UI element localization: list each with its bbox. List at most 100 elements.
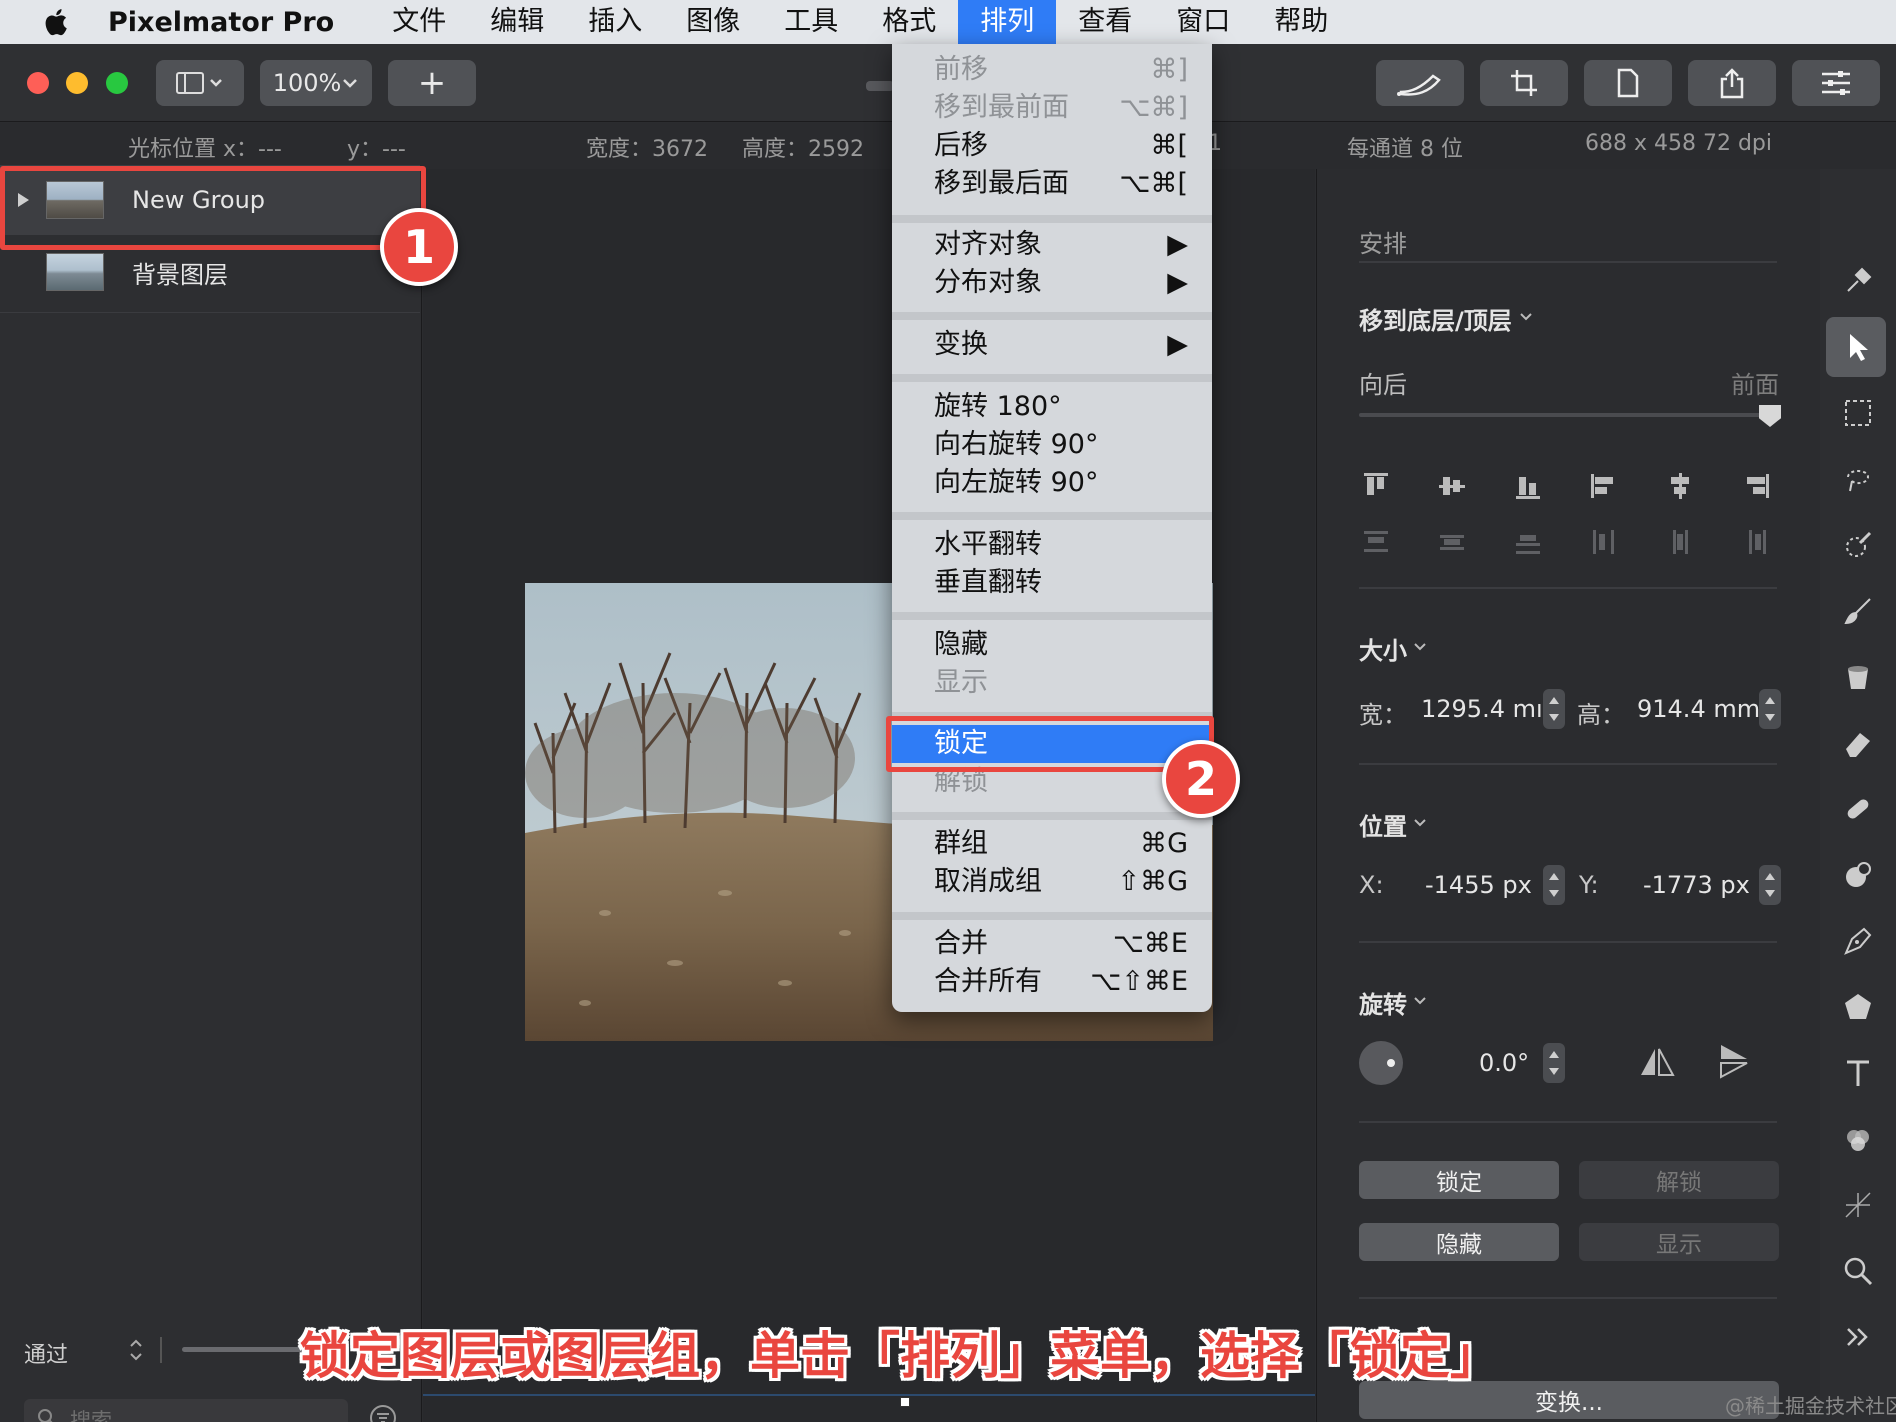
menu-item-ungroup[interactable]: 取消成组 ⇧⌘G — [892, 863, 1212, 901]
rotation-dial[interactable] — [1359, 1041, 1403, 1085]
distribute-left-icon[interactable] — [1589, 527, 1619, 557]
paint-brush-icon[interactable] — [1842, 595, 1874, 627]
zoom-window-button[interactable] — [106, 72, 128, 94]
order-slider-thumb[interactable] — [1759, 405, 1781, 427]
cursor-arrow-icon[interactable] — [1842, 331, 1874, 363]
text-tool-icon[interactable] — [1842, 1057, 1874, 1089]
width-stepper[interactable] — [1543, 689, 1565, 729]
rotate-heading[interactable]: 旋转 — [1359, 985, 1407, 1020]
menu-item-send-backward[interactable]: 后移 ⌘[ — [892, 127, 1212, 165]
align-bottom-icon[interactable] — [1513, 471, 1543, 501]
menu-arrange[interactable]: 排列 — [958, 0, 1057, 44]
x-stepper[interactable] — [1543, 865, 1565, 905]
flip-horizontal-icon[interactable] — [1637, 1045, 1677, 1079]
distribute-center-icon[interactable] — [1437, 527, 1467, 557]
chevron-down-icon[interactable] — [1413, 641, 1427, 653]
marquee-select-icon[interactable] — [1842, 397, 1874, 429]
chevron-down-icon[interactable] — [1413, 995, 1427, 1007]
menu-file[interactable]: 文件 — [370, 0, 468, 44]
updown-chevron-icon[interactable] — [128, 1337, 144, 1363]
menu-item-bring-forward[interactable]: 前移 ⌘] — [892, 51, 1212, 89]
minimize-window-button[interactable] — [66, 72, 88, 94]
menu-item-hide[interactable]: 隐藏 — [892, 626, 1212, 664]
color-adjust-icon[interactable] — [1842, 1123, 1874, 1155]
filter-icon[interactable] — [368, 1403, 398, 1422]
menu-item-transform[interactable]: 变换 ▶ — [892, 326, 1212, 364]
menu-item-show[interactable]: 显示 — [892, 664, 1212, 702]
align-left-icon[interactable] — [1589, 471, 1619, 501]
blend-mode-label[interactable]: 通过 — [24, 1337, 68, 1369]
distribute-middle-icon[interactable] — [1665, 527, 1695, 557]
share-button[interactable] — [1688, 60, 1776, 106]
distribute-top-icon[interactable] — [1361, 527, 1391, 557]
rotation-stepper[interactable] — [1543, 1043, 1565, 1083]
order-heading[interactable]: 移到底层/顶层 — [1359, 301, 1512, 336]
menu-view[interactable]: 查看 — [1056, 0, 1154, 44]
shape-pentagon-icon[interactable] — [1842, 991, 1874, 1023]
align-top-icon[interactable] — [1361, 471, 1391, 501]
show-button[interactable]: 显示 — [1579, 1223, 1779, 1261]
quick-select-icon[interactable] — [1842, 529, 1874, 561]
chevron-down-icon[interactable] — [1413, 817, 1427, 829]
position-heading[interactable]: 位置 — [1359, 807, 1407, 842]
menu-item-merge-all[interactable]: 合并所有 ⌥⇧⌘E — [892, 963, 1212, 1001]
hide-button[interactable]: 隐藏 — [1359, 1223, 1559, 1261]
eraser-icon[interactable] — [1842, 727, 1874, 759]
sidebar-toggle-button[interactable] — [156, 60, 244, 106]
menu-tools[interactable]: 工具 — [762, 0, 860, 44]
menu-image[interactable]: 图像 — [664, 0, 762, 44]
app-name[interactable]: Pixelmator Pro — [108, 7, 334, 38]
menu-item-merge[interactable]: 合并 ⌥⌘E — [892, 925, 1212, 963]
menu-item-align-objects[interactable]: 对齐对象 ▶ — [892, 226, 1212, 264]
distribute-right-icon[interactable] — [1741, 527, 1771, 557]
y-field[interactable]: -1773 px — [1643, 871, 1750, 899]
menu-item-flip-vertical[interactable]: 垂直翻转 — [892, 564, 1212, 602]
zoom-dropdown[interactable]: 100% — [260, 60, 372, 106]
opacity-slider[interactable] — [182, 1347, 312, 1352]
align-vertical-center-icon[interactable] — [1437, 471, 1467, 501]
menu-edit[interactable]: 编辑 — [468, 0, 566, 44]
menu-item-bring-to-front[interactable]: 移到最前面 ⌥⌘] — [892, 89, 1212, 127]
lock-button[interactable]: 锁定 — [1359, 1161, 1559, 1199]
height-stepper[interactable] — [1759, 689, 1781, 729]
y-stepper[interactable] — [1759, 865, 1781, 905]
menu-item-flip-horizontal[interactable]: 水平翻转 — [892, 526, 1212, 564]
chevron-down-icon[interactable] — [1519, 311, 1533, 323]
crop-button[interactable] — [1480, 60, 1568, 106]
style-tool-button[interactable] — [1376, 60, 1464, 106]
menu-insert[interactable]: 插入 — [566, 0, 664, 44]
add-layer-button[interactable]: + — [388, 60, 476, 106]
distribute-bottom-icon[interactable] — [1513, 527, 1543, 557]
bandage-retouch-icon[interactable] — [1842, 793, 1874, 825]
flip-vertical-icon[interactable] — [1717, 1041, 1751, 1081]
document-button[interactable] — [1584, 60, 1672, 106]
align-horizontal-center-icon[interactable] — [1665, 471, 1695, 501]
width-field[interactable]: 1295.4 mı — [1421, 695, 1543, 723]
height-field[interactable]: 914.4 mm — [1637, 695, 1760, 723]
close-window-button[interactable] — [27, 72, 49, 94]
more-tools-chevron-icon[interactable] — [1842, 1321, 1874, 1353]
distort-icon[interactable] — [1842, 859, 1874, 891]
arrange-tool-icon[interactable] — [1842, 265, 1874, 297]
layer-search-field[interactable]: 搜索 — [24, 1399, 348, 1422]
zoom-magnifier-icon[interactable] — [1842, 1255, 1874, 1287]
menu-help[interactable]: 帮助 — [1252, 0, 1350, 44]
selection-handle[interactable] — [900, 1397, 910, 1407]
menu-item-group[interactable]: 群组 ⌘G — [892, 825, 1212, 863]
menu-item-distribute-objects[interactable]: 分布对象 ▶ — [892, 264, 1212, 302]
size-heading[interactable]: 大小 — [1359, 631, 1407, 666]
x-field[interactable]: -1455 px — [1425, 871, 1532, 899]
menu-item-rotate-180[interactable]: 旋转 180° — [892, 388, 1212, 426]
menu-window[interactable]: 窗口 — [1154, 0, 1252, 44]
order-slider[interactable] — [1359, 413, 1779, 417]
menu-item-rotate-left-90[interactable]: 向左旋转 90° — [892, 464, 1212, 502]
lasso-icon[interactable] — [1842, 463, 1874, 495]
paint-bucket-icon[interactable] — [1842, 661, 1874, 693]
apple-icon[interactable] — [40, 5, 74, 39]
unlock-button[interactable]: 解锁 — [1579, 1161, 1779, 1199]
menu-item-send-to-back[interactable]: 移到最后面 ⌥⌘[ — [892, 165, 1212, 203]
menu-format[interactable]: 格式 — [860, 0, 958, 44]
rotation-field[interactable]: 0.0° — [1479, 1049, 1529, 1077]
effects-sparkle-icon[interactable] — [1842, 1189, 1874, 1221]
align-right-icon[interactable] — [1741, 471, 1771, 501]
